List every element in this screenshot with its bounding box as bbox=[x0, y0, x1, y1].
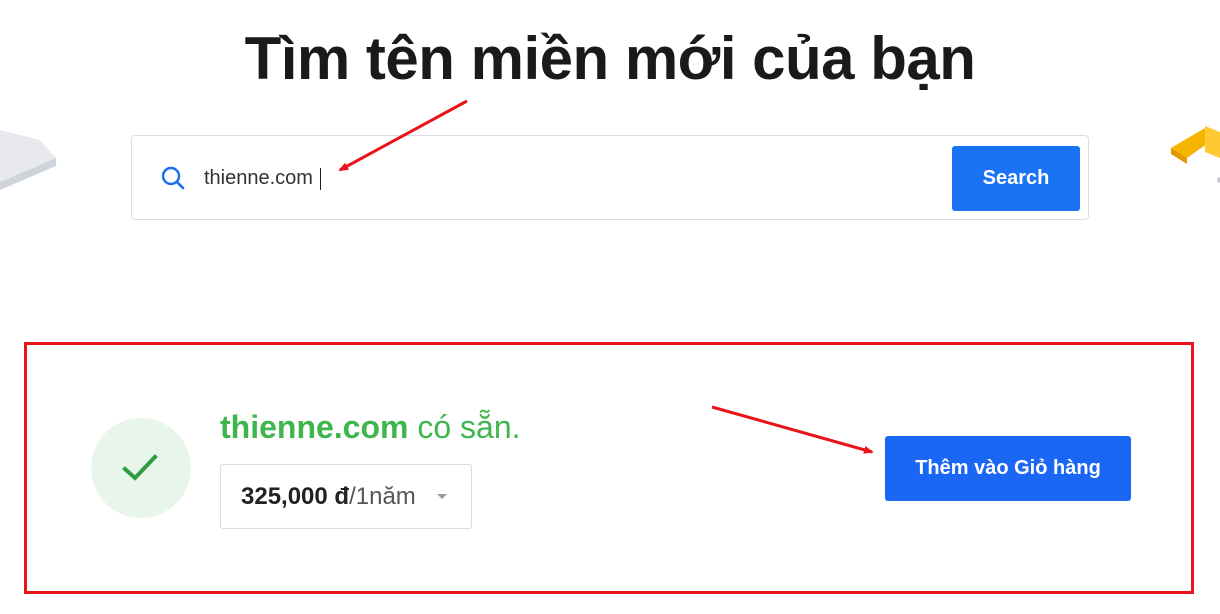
decorative-illustration-right bbox=[1171, 126, 1220, 183]
available-domain-name: thienne.com bbox=[220, 409, 409, 445]
text-cursor bbox=[320, 168, 321, 190]
domain-search-input[interactable] bbox=[204, 162, 804, 194]
chevron-down-icon bbox=[437, 494, 447, 499]
availability-message: thienne.com có sẵn. bbox=[220, 409, 521, 446]
price-period-select[interactable]: 325,000 đ/1năm bbox=[220, 464, 472, 529]
decorative-illustration-left bbox=[0, 130, 56, 190]
page: Tìm tên miền mới của bạn Search thienne.… bbox=[0, 0, 1220, 614]
check-icon bbox=[122, 454, 158, 481]
availability-badge bbox=[91, 418, 191, 518]
search-icon bbox=[161, 166, 185, 190]
add-to-cart-button[interactable]: Thêm vào Giỏ hàng bbox=[885, 436, 1131, 501]
domain-search-box: Search bbox=[131, 135, 1089, 220]
domain-result-panel: thienne.com có sẵn. 325,000 đ/1năm Thêm … bbox=[24, 342, 1194, 594]
price-display: 325,000 đ/1năm bbox=[241, 483, 416, 511]
price-amount: 325,000 đ bbox=[241, 483, 350, 510]
price-period: /1năm bbox=[349, 483, 416, 510]
search-button[interactable]: Search bbox=[952, 146, 1080, 211]
availability-status: có sẵn. bbox=[408, 409, 521, 445]
page-title: Tìm tên miền mới của bạn bbox=[244, 25, 976, 92]
